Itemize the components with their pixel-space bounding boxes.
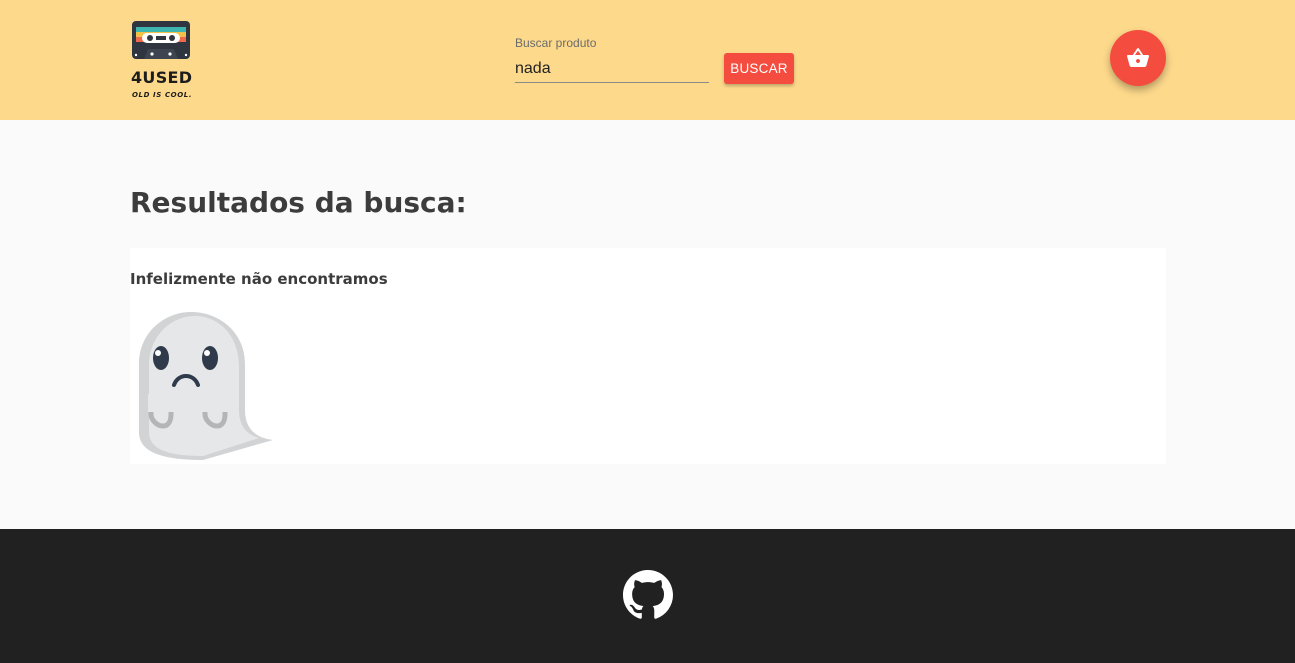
github-icon[interactable] — [623, 570, 673, 620]
logo-text: 4USED — [131, 68, 193, 87]
sad-ghost-icon — [139, 312, 273, 460]
page-title: Resultados da busca: — [130, 186, 467, 219]
footer — [0, 529, 1295, 663]
logo[interactable]: 4USED OLD IS COOL. — [130, 20, 196, 102]
search-label: Buscar produto — [515, 36, 597, 50]
logo-tagline: OLD IS COOL. — [132, 91, 193, 99]
results-panel: Infelizmente não encontramos — [130, 248, 1166, 464]
empty-results-message: Infelizmente não encontramos — [130, 270, 388, 288]
search-input[interactable] — [515, 56, 709, 83]
shopping-basket-icon — [1127, 48, 1149, 67]
header: 4USED OLD IS COOL. Buscar produto BUSCAR — [0, 0, 1295, 120]
cart-button[interactable] — [1110, 30, 1166, 86]
search-field: Buscar produto — [515, 36, 709, 84]
search-button[interactable]: BUSCAR — [724, 53, 794, 84]
cassette-logo-icon — [132, 21, 190, 59]
